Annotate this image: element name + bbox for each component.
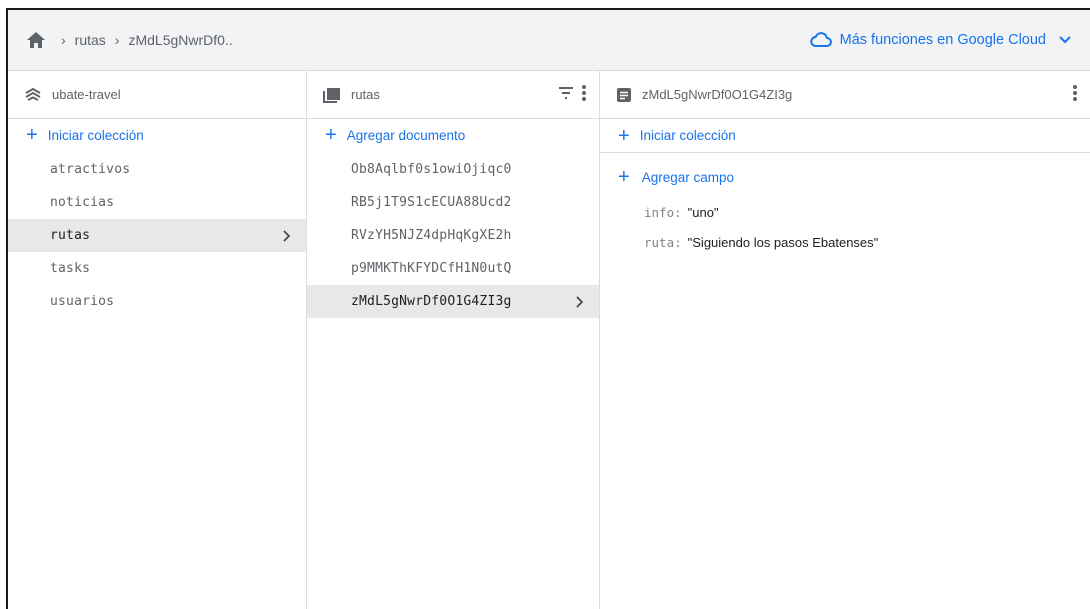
collection-panel-title: rutas xyxy=(351,87,380,102)
home-icon[interactable] xyxy=(26,30,46,50)
list-item[interactable]: rutas xyxy=(8,219,306,252)
start-subcollection-label: Iniciar colección xyxy=(639,128,736,143)
chevron-right-icon xyxy=(575,285,585,318)
cloud-icon xyxy=(809,32,832,48)
list-item[interactable]: p9MMKThKFYDCfH1N0utQ xyxy=(307,252,599,285)
list-item[interactable]: Ob8Aqlbf0s1owiOjiqc0 xyxy=(307,153,599,186)
document-icon xyxy=(616,87,632,103)
list-item-label: tasks xyxy=(50,261,91,276)
header-actions xyxy=(1072,71,1078,118)
list-item[interactable]: tasks xyxy=(8,252,306,285)
list-item-label: zMdL5gNwrDf0O1G4ZI3g xyxy=(351,294,512,309)
database-icon xyxy=(24,87,42,102)
list-item[interactable]: RVzYH5NJZ4dpHqKgXE2h xyxy=(307,219,599,252)
panels: ubate-travel + Iniciar colección atracti… xyxy=(8,71,1090,609)
root-panel-title: ubate-travel xyxy=(52,87,121,102)
chevron-down-icon xyxy=(1058,35,1072,45)
field-colon: : xyxy=(674,234,682,250)
list-item[interactable]: RB5j1T9S1cECUA88Ucd2 xyxy=(307,186,599,219)
add-field-label: Agregar campo xyxy=(641,169,734,185)
field-value: "uno" xyxy=(687,204,719,220)
root-panel: ubate-travel + Iniciar colección atracti… xyxy=(8,71,307,609)
chevron-right-icon: › xyxy=(114,32,120,48)
list-item-label: rutas xyxy=(50,228,91,243)
collection-list: atractivos noticias rutas tasks usuarios xyxy=(8,153,306,318)
start-subcollection-button[interactable]: + Iniciar colección xyxy=(600,119,1090,153)
add-field-button[interactable]: + Agregar campo xyxy=(600,157,1090,197)
plus-icon: + xyxy=(26,124,38,146)
plus-icon: + xyxy=(325,124,337,146)
field-value: "Siguiendo los pasos Ebatenses" xyxy=(687,234,879,250)
document-panel-header: zMdL5gNwrDf0O1G4ZI3g xyxy=(600,71,1090,119)
list-item-label: RB5j1T9S1cECUA88Ucd2 xyxy=(351,195,512,210)
list-item-label: RVzYH5NJZ4dpHqKgXE2h xyxy=(351,228,512,243)
list-item-label: noticias xyxy=(50,195,115,210)
collection-panel: rutas + Agregar documento Ob8Aqlbf0s1owi… xyxy=(307,71,600,609)
collection-panel-header: rutas xyxy=(307,71,599,119)
document-field[interactable]: info: "uno" xyxy=(600,197,1090,227)
document-panel: zMdL5gNwrDf0O1G4ZI3g + Iniciar colección… xyxy=(600,71,1090,609)
document-field[interactable]: ruta: "Siguiendo los pasos Ebatenses" xyxy=(600,227,1090,257)
add-document-label: Agregar documento xyxy=(346,127,466,143)
collection-icon xyxy=(323,87,341,103)
list-item-label: Ob8Aqlbf0s1owiOjiqc0 xyxy=(351,162,512,177)
list-item-label: atractivos xyxy=(50,162,131,177)
plus-icon: + xyxy=(618,166,630,188)
list-item[interactable]: atractivos xyxy=(8,153,306,186)
more-vert-icon[interactable] xyxy=(581,84,587,105)
field-key: info xyxy=(644,204,675,220)
firestore-viewer: › rutas › zMdL5gNwrDf0.. Más funciones e… xyxy=(6,8,1090,609)
more-vert-icon[interactable] xyxy=(1072,84,1078,105)
plus-icon: + xyxy=(618,124,630,147)
start-collection-button[interactable]: + Iniciar colección xyxy=(8,119,306,151)
google-cloud-link[interactable]: Más funciones en Google Cloud xyxy=(809,10,1072,70)
add-document-button[interactable]: + Agregar documento xyxy=(307,119,599,151)
list-item-label: usuarios xyxy=(50,294,115,309)
breadcrumb-item[interactable]: rutas xyxy=(75,32,106,48)
google-cloud-link-label: Más funciones en Google Cloud xyxy=(839,32,1046,48)
document-list: Ob8Aqlbf0s1owiOjiqc0 RB5j1T9S1cECUA88Ucd… xyxy=(307,153,599,318)
list-item[interactable]: usuarios xyxy=(8,285,306,318)
header-actions xyxy=(557,71,587,118)
chevron-right-icon xyxy=(282,219,292,252)
document-panel-title: zMdL5gNwrDf0O1G4ZI3g xyxy=(642,87,793,102)
chevron-right-icon: › xyxy=(61,32,66,48)
field-key: ruta xyxy=(644,234,675,250)
field-colon: : xyxy=(674,204,682,220)
start-collection-label: Iniciar colección xyxy=(47,127,144,143)
root-panel-header: ubate-travel xyxy=(8,71,306,119)
list-item[interactable]: zMdL5gNwrDf0O1G4ZI3g xyxy=(307,285,599,318)
filter-icon[interactable] xyxy=(557,86,575,103)
list-item-label: p9MMKThKFYDCfH1N0utQ xyxy=(351,261,512,276)
top-bar: › rutas › zMdL5gNwrDf0.. Más funciones e… xyxy=(8,10,1090,71)
breadcrumb: › rutas › zMdL5gNwrDf0.. xyxy=(52,32,233,48)
list-item[interactable]: noticias xyxy=(8,186,306,219)
breadcrumb-item[interactable]: zMdL5gNwrDf0.. xyxy=(128,32,232,48)
